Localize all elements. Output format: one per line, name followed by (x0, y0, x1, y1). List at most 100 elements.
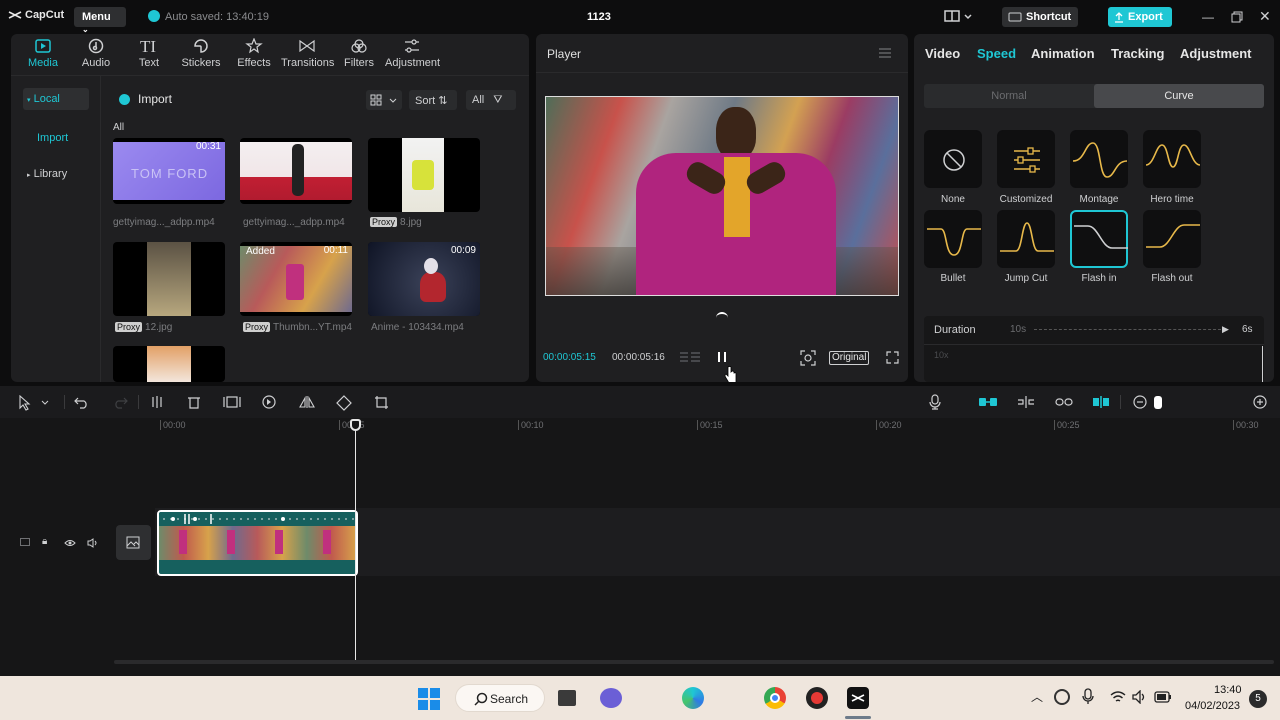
tab-stickers[interactable]: Stickers (176, 38, 226, 69)
media-item-5[interactable]: Added 00:11 (240, 242, 352, 316)
chrome-icon[interactable] (764, 687, 786, 709)
sort-button[interactable]: Sort ⇅ (409, 90, 457, 110)
mirror-icon[interactable] (299, 395, 315, 409)
media-item-3[interactable] (368, 138, 480, 212)
undo-icon[interactable] (74, 395, 90, 409)
close-icon[interactable]: ✕ (1259, 8, 1271, 25)
tab-audio[interactable]: Audio (71, 38, 121, 69)
microphone-icon[interactable] (928, 394, 942, 410)
mode-curve[interactable]: Curve (1094, 84, 1264, 108)
timeline-scrollbar[interactable] (114, 660, 1274, 664)
video-clip[interactable] (157, 510, 358, 576)
teams-icon[interactable] (600, 688, 622, 708)
cover-button[interactable] (116, 525, 151, 560)
tab-text[interactable]: TI Text (124, 38, 174, 69)
curve-flash-out[interactable] (1143, 210, 1201, 268)
tab-tracking[interactable]: Tracking (1111, 46, 1164, 61)
jump-cut-curve (1000, 222, 1054, 252)
clock-date[interactable]: 04/02/2023 (1185, 700, 1240, 712)
zoom-out-icon[interactable] (1133, 395, 1147, 409)
filter-button[interactable]: All ⛛ (466, 90, 516, 110)
crop-icon[interactable] (374, 395, 389, 410)
curve-customized[interactable] (997, 130, 1055, 188)
tab-adjustment-inspector[interactable]: Adjustment (1180, 46, 1252, 61)
chevron-up-icon[interactable]: ︿ (1031, 688, 1043, 705)
media-item-6[interactable]: 00:09 (368, 242, 480, 316)
tab-speed[interactable]: Speed (977, 46, 1016, 61)
divider (924, 344, 1264, 345)
rotate-handle-icon[interactable] (716, 312, 728, 322)
curve-montage[interactable] (1070, 130, 1128, 188)
playhead-handle[interactable] (350, 419, 361, 431)
mode-normal[interactable]: Normal (924, 84, 1094, 108)
curve-hero-time[interactable] (1143, 130, 1201, 188)
sidebar-item-local[interactable]: ▾ Local (23, 88, 89, 110)
tab-animation[interactable]: Animation (1031, 46, 1095, 61)
zoom-slider-thumb[interactable] (1154, 396, 1162, 409)
windows-start-icon[interactable] (418, 688, 440, 710)
sync-icon[interactable] (1054, 689, 1070, 705)
link-icon[interactable] (1055, 396, 1073, 408)
view-toggle[interactable] (366, 90, 402, 110)
reverse-icon[interactable] (262, 395, 276, 409)
sidebar-item-import[interactable]: Import (37, 132, 68, 144)
media-item-1[interactable]: TOM FORD 00:31 (113, 138, 225, 204)
wifi-icon[interactable] (1110, 690, 1126, 704)
media-item-4[interactable] (113, 242, 225, 316)
media-item-2[interactable] (240, 138, 352, 204)
fullscreen-icon[interactable] (886, 351, 899, 364)
curve-bullet[interactable] (924, 210, 982, 268)
zoom-in-icon[interactable] (1253, 395, 1267, 409)
zoom-fit-icon[interactable] (800, 350, 816, 366)
volume-icon[interactable] (87, 538, 99, 548)
pause-icon[interactable] (716, 351, 728, 363)
taskbar-search[interactable]: Search (455, 684, 545, 712)
ruler-tick: 00:00 (160, 420, 186, 430)
menu-button[interactable]: Menu ⌄ (74, 7, 126, 34)
import-button[interactable]: Import (119, 92, 172, 106)
track-cover-icon[interactable] (20, 538, 30, 546)
curve-jump-cut[interactable] (997, 210, 1055, 268)
menu-lines-icon[interactable] (878, 47, 892, 59)
battery-icon[interactable] (1154, 691, 1172, 703)
timeline-grid-icon[interactable] (679, 351, 701, 363)
auto-snap-icon[interactable] (1017, 395, 1035, 409)
delete-icon[interactable] (187, 395, 201, 409)
tab-adjustment[interactable]: Adjustment (385, 38, 440, 69)
redo-icon[interactable] (112, 395, 128, 409)
tab-transitions[interactable]: Transitions (281, 38, 334, 69)
duration-slider[interactable] (1034, 329, 1226, 330)
playhead[interactable] (355, 422, 356, 660)
tab-media[interactable]: Media (18, 38, 68, 69)
eye-icon[interactable] (64, 538, 76, 548)
curve-none[interactable] (924, 130, 982, 188)
tab-video[interactable]: Video (925, 46, 960, 61)
select-cursor-icon[interactable] (18, 395, 50, 411)
clock-time[interactable]: 13:40 (1214, 684, 1242, 696)
notification-badge[interactable]: 5 (1249, 690, 1267, 708)
mic-tray-icon[interactable] (1082, 688, 1094, 706)
export-button[interactable]: Export (1108, 7, 1172, 27)
split-icon[interactable] (150, 395, 164, 409)
layout-icon[interactable] (944, 10, 974, 24)
restore-icon[interactable] (1231, 11, 1243, 23)
freeze-icon[interactable] (223, 395, 241, 409)
ratio-button[interactable]: Original (829, 351, 870, 365)
rotate-icon[interactable] (336, 395, 352, 411)
recorder-icon[interactable] (806, 687, 828, 709)
video-preview[interactable] (545, 96, 899, 296)
capcut-taskbar-icon[interactable] (847, 687, 869, 709)
tab-effects[interactable]: Effects (229, 38, 279, 69)
shortcut-button[interactable]: Shortcut (1002, 7, 1078, 27)
lock-icon[interactable]: 🔒︎ (42, 536, 47, 547)
task-view-icon[interactable] (558, 690, 576, 706)
minimize-icon[interactable]: — (1202, 10, 1214, 24)
main-track-magnet-icon[interactable] (978, 396, 998, 408)
tab-filters[interactable]: Filters (334, 38, 384, 69)
edge-icon[interactable] (682, 687, 704, 709)
curve-flash-in[interactable] (1070, 210, 1128, 268)
sidebar-item-library[interactable]: ▸ Library (27, 168, 67, 180)
media-item-7[interactable] (113, 346, 225, 382)
preview-axis-icon[interactable] (1092, 395, 1110, 409)
speaker-icon[interactable] (1132, 690, 1148, 704)
